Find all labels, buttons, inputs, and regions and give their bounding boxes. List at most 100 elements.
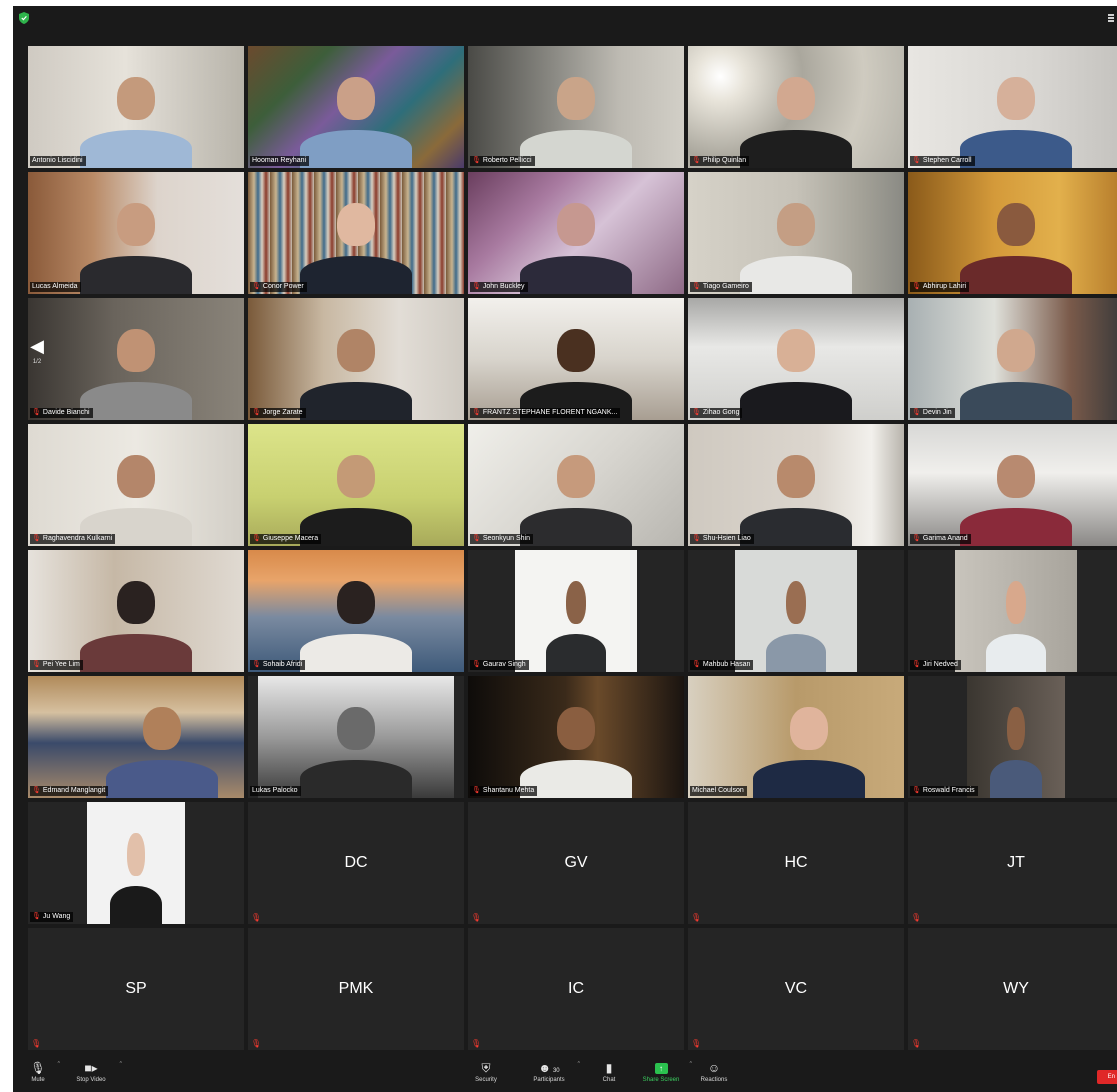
video-tile: 🎙 Roberto Pellicci xyxy=(468,46,684,168)
mute-button[interactable]: 🎙 Mute ˆ xyxy=(25,1060,60,1085)
video-tile: Antonio Liscidini xyxy=(28,46,244,168)
participant-initials: VC xyxy=(784,980,808,997)
participant-video xyxy=(105,703,219,798)
video-options-caret[interactable]: ˆ xyxy=(120,1062,122,1069)
video-tile: 🎙 Conor Power xyxy=(248,172,464,294)
participant-video xyxy=(959,199,1073,294)
muted-mic-icon: 🎙 xyxy=(472,409,481,416)
participant-name: Lukas Palocko xyxy=(250,786,301,796)
video-tile: 🎙 Giuseppe Macera xyxy=(248,424,464,546)
muted-mic-icon: 🎙 xyxy=(912,661,921,668)
mute-options-caret[interactable]: ˆ xyxy=(58,1062,60,1069)
muted-mic-icon: 🎙 xyxy=(471,1039,482,1048)
avatar-tile: WY 🎙 xyxy=(908,928,1117,1050)
participant-initials: DC xyxy=(344,854,368,871)
participant-video xyxy=(519,325,633,420)
participant-video xyxy=(959,73,1073,168)
participant-initials: PMK xyxy=(338,980,374,997)
muted-mic-icon: 🎙 xyxy=(912,283,921,290)
participant-photo xyxy=(985,577,1047,672)
muted-mic-icon: 🎙 xyxy=(912,535,921,542)
participant-name: 🎙 FRANTZ STEPHANE FLORENT NGANK... xyxy=(470,408,621,418)
video-tile: 🎙 Edmand Manglangit xyxy=(28,676,244,798)
participant-name: 🎙 Raghavendra Kulkarni xyxy=(30,534,116,544)
reactions-button[interactable]: ☺ Reactions xyxy=(697,1060,731,1085)
video-tile: 🎙 Abhirup Lahiri xyxy=(908,172,1117,294)
video-tile: 🎙 Shu-Hsien Liao xyxy=(688,424,904,546)
muted-mic-icon: 🎙 xyxy=(252,409,261,416)
video-camera-icon: ■▸ xyxy=(84,1061,98,1075)
participant-photo xyxy=(765,577,827,672)
video-tile: 🎙 Jorge Zarate xyxy=(248,298,464,420)
microphone-icon: 🎙 xyxy=(30,1061,46,1075)
avatar-tile: HC 🎙 xyxy=(688,802,904,924)
video-tile: Lucas Almeida xyxy=(28,172,244,294)
stop-video-button[interactable]: ■▸ Stop Video ˆ xyxy=(69,1060,122,1085)
participant-name: 🎙 Sohaib Afridi xyxy=(250,660,306,670)
security-shield-icon xyxy=(19,12,29,24)
video-tile: 🎙 Pei Yee Lim xyxy=(28,550,244,672)
participant-photo xyxy=(545,577,607,672)
participant-initials: WY xyxy=(1003,980,1029,997)
chat-bubble-icon: ▮ xyxy=(605,1061,613,1075)
video-tile: 🎙 Stephen Carroll xyxy=(908,46,1117,168)
participant-name: 🎙 Devin Jin xyxy=(910,408,955,418)
meeting-toolbar: 🎙 Mute ˆ ■▸ Stop Video ˆ ⛨ Security ☻ 30 … xyxy=(13,1056,1117,1092)
end-meeting-button[interactable]: En xyxy=(1097,1070,1117,1084)
muted-mic-icon: 🎙 xyxy=(251,1039,262,1048)
participant-photo xyxy=(990,703,1042,798)
participant-video xyxy=(519,73,633,168)
people-icon: ☻ 30 xyxy=(538,1061,560,1075)
participant-name: 🎙 Jiri Nedved xyxy=(910,660,961,670)
video-tile: 🎙 Jiri Nedved xyxy=(908,550,1117,672)
security-button[interactable]: ⛨ Security xyxy=(468,1060,504,1085)
participant-name: 🎙 Giuseppe Macera xyxy=(250,534,322,544)
participant-initials: IC xyxy=(568,980,584,997)
share-screen-button[interactable]: ↑ Share Screen ˆ xyxy=(639,1060,692,1085)
muted-mic-icon: 🎙 xyxy=(691,913,702,922)
muted-mic-icon: 🎙 xyxy=(692,409,701,416)
muted-mic-icon: 🎙 xyxy=(31,1039,42,1048)
participant-video xyxy=(739,199,853,294)
chevron-left-icon: ◀ xyxy=(30,336,44,356)
participant-initials: SP xyxy=(125,980,147,997)
avatar-tile: SP 🎙 xyxy=(28,928,244,1050)
video-tile: 🎙 Tiago Gameiro xyxy=(688,172,904,294)
muted-mic-icon: 🎙 xyxy=(692,283,701,290)
share-options-caret[interactable]: ˆ xyxy=(690,1062,692,1069)
participant-video xyxy=(79,199,193,294)
video-tile: Michael Coulson xyxy=(688,676,904,798)
participant-name: 🎙 Jorge Zarate xyxy=(250,408,306,418)
video-tile: 🎙 Seonkyun Shin xyxy=(468,424,684,546)
participant-name: 🎙 John Buckley xyxy=(470,282,528,292)
participant-initials: JT xyxy=(1007,854,1025,871)
participant-name: Antonio Liscidini xyxy=(30,156,86,166)
participants-button[interactable]: ☻ 30 Participants ˆ xyxy=(527,1060,580,1085)
active-speaker-tile: Hooman Reyhani xyxy=(248,46,464,168)
participant-name: 🎙 Roberto Pellicci xyxy=(470,156,535,166)
participant-video xyxy=(79,577,193,672)
participant-video xyxy=(79,73,193,168)
muted-mic-icon: 🎙 xyxy=(911,1039,922,1048)
muted-mic-icon: 🎙 xyxy=(691,1039,702,1048)
shield-icon: ⛨ xyxy=(481,1061,491,1075)
muted-mic-icon: 🎙 xyxy=(251,913,262,922)
participants-options-caret[interactable]: ˆ xyxy=(578,1062,580,1069)
participant-photo xyxy=(299,703,413,798)
avatar-tile: VC 🎙 xyxy=(688,928,904,1050)
participant-name: 🎙 Zihao Gong xyxy=(690,408,743,418)
participant-video xyxy=(299,577,413,672)
participant-name: 🎙 Roswald Francis xyxy=(910,786,978,796)
video-tile: 🎙 Devin Jin xyxy=(908,298,1117,420)
participant-name: 🎙 Garima Anand xyxy=(910,534,971,544)
gallery-grid: Antonio Liscidini Hooman Reyhani 🎙 Robert… xyxy=(28,46,1117,1056)
participant-name: 🎙 Abhirup Lahiri xyxy=(910,282,970,292)
participant-video xyxy=(959,325,1073,420)
muted-mic-icon: 🎙 xyxy=(32,535,41,542)
chat-button[interactable]: ▮ Chat xyxy=(597,1060,621,1085)
previous-page-button[interactable]: ◀ 1/2 xyxy=(22,336,52,384)
view-menu-icon[interactable] xyxy=(1108,14,1114,22)
participant-video xyxy=(299,73,413,168)
video-tile: 🎙 Shantanu Mehta xyxy=(468,676,684,798)
muted-mic-icon: 🎙 xyxy=(912,157,921,164)
